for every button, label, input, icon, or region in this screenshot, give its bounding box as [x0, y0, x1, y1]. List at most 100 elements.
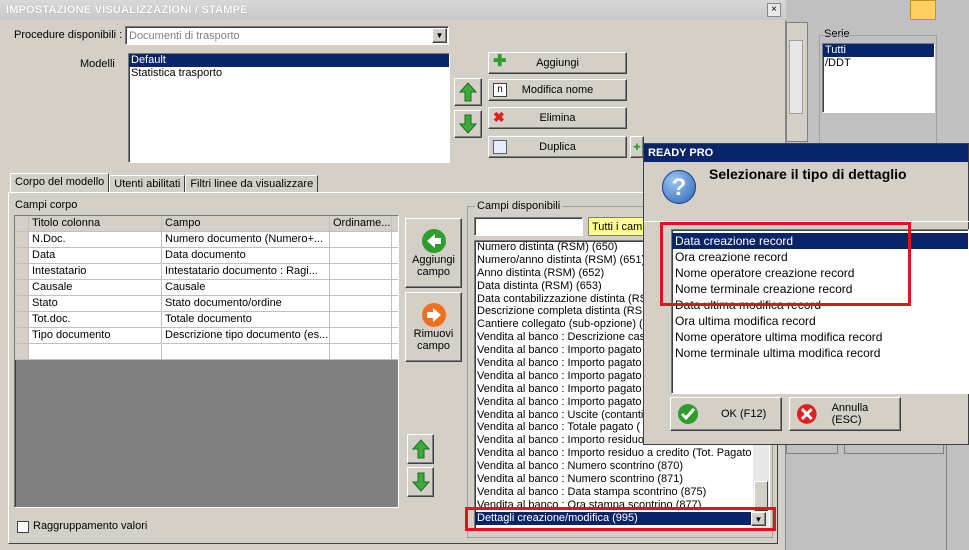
- table-row[interactable]: Tipo documento Descrizione tipo documento…: [15, 328, 398, 344]
- users-icon[interactable]: [910, 0, 936, 20]
- table-cell[interactable]: [15, 344, 29, 359]
- rimuovi-campo-label: Rimuovi campo: [413, 328, 454, 352]
- annulla-button[interactable]: Annulla (ESC): [789, 397, 901, 431]
- tab-utenti-abilitati[interactable]: Utenti abilitati: [109, 175, 186, 193]
- row-header[interactable]: [15, 296, 29, 311]
- row-header[interactable]: [15, 232, 29, 247]
- table-cell[interactable]: [330, 264, 392, 279]
- arrow-up-icon: [411, 439, 430, 459]
- table-row[interactable]: Causale Causale: [15, 280, 398, 296]
- arrow-right-circle-icon: [421, 303, 446, 327]
- aggiungi-label: Aggiungi: [536, 57, 579, 69]
- campi-dropdown-button[interactable]: ▼: [751, 512, 766, 526]
- table-cell[interactable]: Totale documento: [162, 312, 330, 327]
- serie-item-tutti[interactable]: Tutti: [823, 44, 934, 57]
- duplica-label: Duplica: [539, 141, 576, 153]
- procedure-select[interactable]: Documenti di trasporto ▼: [125, 26, 449, 45]
- dialog-title: READY PRO: [644, 144, 968, 162]
- modelli-item-statistica[interactable]: Statistica trasporto: [129, 67, 449, 80]
- grid-header: Titolo colonna Campo Ordiname...: [15, 216, 398, 232]
- campi-filter-value: Tutti i camp: [592, 221, 644, 233]
- list-item[interactable]: Vendita al banco : Data stampa scontrino…: [475, 486, 755, 499]
- rename-icon: n: [493, 83, 507, 97]
- table-row-empty[interactable]: [15, 344, 398, 360]
- modelli-item-default[interactable]: Default: [129, 54, 449, 67]
- table-cell[interactable]: [162, 344, 330, 359]
- table-cell[interactable]: Tot.doc.: [29, 312, 162, 327]
- row-header[interactable]: [15, 264, 29, 279]
- cancel-icon: [796, 404, 817, 424]
- table-row[interactable]: Stato Stato documento/ordine: [15, 296, 398, 312]
- col-ordinamento[interactable]: Ordiname...: [330, 216, 392, 231]
- raggruppamento-label: Raggruppamento valori: [33, 520, 148, 532]
- dialog-question: Selezionare il tipo di dettaglio: [709, 166, 907, 182]
- row-header[interactable]: [15, 328, 29, 343]
- right-scrollbar[interactable]: [789, 40, 803, 114]
- raggruppamento-checkbox[interactable]: [17, 521, 29, 533]
- list-item[interactable]: Vendita al banco : Importo residuo a cre…: [475, 447, 755, 460]
- table-row[interactable]: Tot.doc. Totale documento: [15, 312, 398, 328]
- col-campo[interactable]: Campo: [162, 216, 330, 231]
- modelli-list[interactable]: Default Statistica trasporto: [128, 53, 450, 163]
- table-cell[interactable]: Causale: [162, 280, 330, 295]
- check-icon: [678, 404, 698, 424]
- table-cell[interactable]: [330, 248, 392, 263]
- campi-filter-select[interactable]: Tutti i camp: [588, 217, 644, 236]
- table-cell[interactable]: [330, 296, 392, 311]
- table-row[interactable]: N.Doc. Numero documento (Numero+...: [15, 232, 398, 248]
- campi-search-input[interactable]: [474, 217, 583, 236]
- table-cell[interactable]: [29, 344, 162, 359]
- table-row[interactable]: Data Data documento: [15, 248, 398, 264]
- procedure-value: Documenti di trasporto: [129, 30, 240, 42]
- elimina-button[interactable]: ✖ Elimina: [488, 107, 627, 129]
- serie-list[interactable]: Tutti /DDT: [822, 43, 935, 113]
- campi-corpo-grid[interactable]: Titolo colonna Campo Ordiname... N.Doc. N…: [14, 215, 399, 508]
- table-cell[interactable]: Causale: [29, 280, 162, 295]
- table-cell[interactable]: Stato: [29, 296, 162, 311]
- arrow-left-circle-icon: [421, 229, 446, 253]
- move-up-button[interactable]: [454, 78, 482, 106]
- serie-item-ddt[interactable]: /DDT: [823, 57, 934, 70]
- list-item[interactable]: Vendita al banco : Numero scontrino (871…: [475, 473, 755, 486]
- table-cell[interactable]: [330, 312, 392, 327]
- table-cell[interactable]: [330, 280, 392, 295]
- aggiungi-campo-button[interactable]: Aggiungi campo: [405, 218, 462, 288]
- dialog-list-item[interactable]: Ora ultima modifica record: [672, 313, 968, 329]
- arrow-down-icon: [459, 114, 477, 134]
- table-cell[interactable]: [330, 344, 392, 359]
- chevron-down-icon[interactable]: ▼: [432, 28, 447, 43]
- table-row[interactable]: Intestatario Intestatario documento : Rag…: [15, 264, 398, 280]
- rimuovi-campo-button[interactable]: Rimuovi campo: [405, 292, 462, 362]
- arrow-down-icon: [411, 472, 430, 492]
- table-cell[interactable]: Numero documento (Numero+...: [162, 232, 330, 247]
- tab-filtri-linee[interactable]: Filtri linee da visualizzare: [185, 175, 319, 193]
- table-cell[interactable]: Data: [29, 248, 162, 263]
- duplica-button[interactable]: Duplica: [488, 136, 627, 158]
- list-item[interactable]: Vendita al banco : Numero scontrino (870…: [475, 460, 755, 473]
- ok-button[interactable]: OK (F12): [670, 397, 782, 431]
- dialog-list-item[interactable]: Nome operatore ultima modifica record: [672, 329, 968, 345]
- campo-down-button[interactable]: [407, 467, 434, 497]
- table-cell[interactable]: Intestatario: [29, 264, 162, 279]
- close-icon[interactable]: ×: [767, 3, 781, 17]
- table-cell[interactable]: Descrizione tipo documento (es...: [162, 328, 330, 343]
- table-cell[interactable]: Data documento: [162, 248, 330, 263]
- move-down-button[interactable]: [454, 110, 482, 138]
- row-header[interactable]: [15, 312, 29, 327]
- dialog-list-item[interactable]: Nome terminale ultima modifica record: [672, 345, 968, 361]
- aggiungi-button[interactable]: ✚ Aggiungi: [488, 52, 627, 74]
- campo-up-button[interactable]: [407, 434, 434, 464]
- table-cell[interactable]: Intestatario documento : Ragi...: [162, 264, 330, 279]
- table-cell[interactable]: Stato documento/ordine: [162, 296, 330, 311]
- tab-corpo-modello[interactable]: Corpo del modello: [10, 173, 110, 193]
- modifica-nome-button[interactable]: n Modifica nome: [488, 79, 627, 101]
- row-header[interactable]: [15, 280, 29, 295]
- table-cell[interactable]: [330, 232, 392, 247]
- table-cell[interactable]: Tipo documento: [29, 328, 162, 343]
- table-cell[interactable]: N.Doc.: [29, 232, 162, 247]
- extra-button[interactable]: ✚: [630, 136, 644, 158]
- row-header[interactable]: [15, 248, 29, 263]
- modifica-nome-label: Modifica nome: [521, 84, 594, 96]
- table-cell[interactable]: [330, 328, 392, 343]
- col-titolo-colonna[interactable]: Titolo colonna: [29, 216, 162, 231]
